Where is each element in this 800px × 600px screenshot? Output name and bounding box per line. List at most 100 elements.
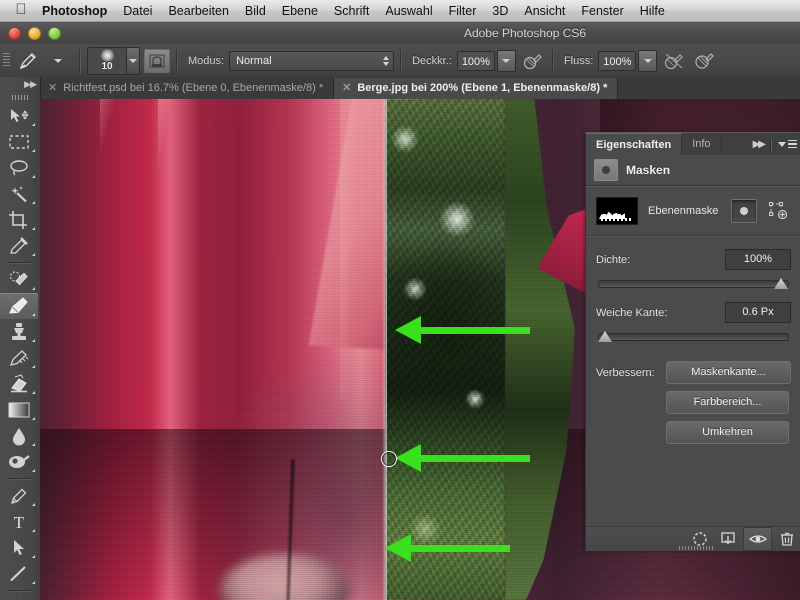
os-menu-photoshop[interactable]: Photoshop — [34, 0, 115, 22]
tool-crop-tool[interactable] — [0, 207, 38, 233]
os-menu-datei[interactable]: Datei — [115, 0, 160, 22]
panel-tab-eigenschaften[interactable]: Eigenschaften — [586, 133, 683, 155]
os-menu-ansicht[interactable]: Ansicht — [516, 0, 573, 22]
tool-lasso-tool[interactable] — [0, 155, 38, 181]
opacity-label: Deckkr.: — [412, 54, 452, 67]
tool-eraser-tool[interactable] — [0, 371, 38, 397]
mask-edge-button[interactable]: Maskenkante... — [666, 361, 791, 384]
tools-panel: ▶▶ T — [0, 77, 41, 600]
document-tab-berge[interactable]: ✕ Berge.jpg bei 200% (Ebene 1, Ebenenmas… — [334, 78, 619, 99]
tool-rectangular-marquee-tool[interactable] — [0, 129, 38, 155]
feather-input[interactable]: 0.6 Px — [725, 302, 791, 323]
mask-row: Ebenenmaske — [586, 187, 800, 235]
os-menu-bild[interactable]: Bild — [237, 0, 274, 22]
tool-spot-healing-brush-tool[interactable] — [0, 267, 38, 293]
mode-label: Modus: — [188, 54, 225, 67]
os-menu-auswahl[interactable]: Auswahl — [377, 0, 440, 22]
tool-horizontal-type-tool[interactable]: T — [0, 509, 38, 535]
options-separator-4 — [551, 48, 554, 73]
panel-menu-icon[interactable] — [778, 139, 797, 149]
toolbar-grip-icon[interactable] — [0, 91, 40, 103]
tools-collapse-button[interactable]: ▶▶ — [0, 77, 40, 91]
os-menu-hilfe[interactable]: Hilfe — [632, 0, 673, 22]
tool-dodge-tool[interactable] — [0, 449, 38, 475]
improve-section: Verbessern: Maskenkante... Farbbereich..… — [586, 355, 800, 444]
tool-flyout-indicator — [32, 365, 35, 368]
tool-flyout-indicator — [32, 201, 35, 204]
tool-flyout-indicator — [32, 339, 35, 342]
airbrush-icon[interactable] — [661, 49, 687, 73]
toolbar-divider-1 — [7, 262, 33, 264]
toggle-mask-visibility-icon[interactable] — [743, 527, 772, 551]
tool-history-brush-tool[interactable] — [0, 345, 38, 371]
improve-label: Verbessern: — [596, 366, 655, 379]
layer-mask-thumbnail[interactable] — [596, 197, 638, 225]
flow-chevron-down-icon[interactable] — [638, 49, 658, 72]
close-tab-icon[interactable]: ✕ — [48, 83, 57, 94]
delete-mask-icon[interactable] — [772, 527, 800, 551]
os-menu-fenster[interactable]: Fenster — [573, 0, 631, 22]
density-label: Dichte: — [596, 253, 631, 266]
invert-button[interactable]: Umkehren — [666, 421, 789, 444]
os-menu-3d[interactable]: 3D — [484, 0, 516, 22]
arrow-shaft — [415, 327, 530, 334]
apply-mask-icon[interactable] — [714, 527, 743, 551]
opacity-chevron-down-icon[interactable] — [496, 49, 516, 72]
tool-brush-tool[interactable] — [0, 293, 38, 319]
density-control: Dichte: 100% — [586, 249, 800, 290]
tool-pen-tool[interactable] — [0, 483, 38, 509]
document-tab-richtfest[interactable]: ✕ Richtfest.psd bei 16.7% (Ebene 0, Eben… — [40, 78, 335, 99]
double-chevron-right-icon[interactable]: ▶▶ — [753, 139, 766, 150]
tablet-pressure-opacity-icon[interactable] — [520, 49, 546, 73]
drag-grip-icon[interactable] — [0, 44, 13, 77]
tool-flyout-indicator — [32, 417, 35, 420]
tool-gradient-tool[interactable] — [0, 397, 38, 423]
tool-eyedropper-tool[interactable] — [0, 233, 38, 259]
tool-flyout-indicator — [32, 581, 35, 584]
panel-tab-label: Info — [692, 138, 711, 150]
svg-text:T: T — [14, 513, 25, 532]
feather-slider[interactable] — [596, 329, 791, 343]
brush-preset-picker-chevron-down-icon[interactable] — [126, 46, 140, 75]
blend-mode-value: Normal — [236, 54, 272, 67]
window-title-bar: Adobe Photoshop CS6 — [0, 22, 800, 45]
tool-path-selection-tool[interactable] — [0, 535, 38, 561]
tool-line-shape-tool[interactable] — [0, 561, 38, 587]
vector-mask-button-icon[interactable] — [767, 200, 791, 222]
panel-resize-grip-icon[interactable] — [678, 546, 713, 550]
panel-separator-2 — [586, 235, 800, 237]
os-menu-bearbeiten[interactable]: Bearbeiten — [160, 0, 236, 22]
os-menu-ebene[interactable]: Ebene — [274, 0, 326, 22]
tool-clone-stamp-tool[interactable] — [0, 319, 38, 345]
brush-size-preview[interactable]: 10 — [87, 46, 127, 75]
app-title: Adobe Photoshop CS6 — [463, 26, 587, 40]
document-tab-bar: ✕ Richtfest.psd bei 16.7% (Ebene 0, Eben… — [40, 77, 800, 100]
tool-hand-tool[interactable] — [0, 595, 38, 600]
os-menu-schrift[interactable]: Schrift — [326, 0, 377, 22]
density-slider[interactable] — [596, 276, 791, 290]
tablet-pressure-size-icon[interactable] — [691, 49, 717, 73]
pixel-mask-button-icon[interactable] — [731, 199, 757, 223]
blend-mode-select[interactable]: Normal — [229, 50, 395, 71]
brush-panel-toggle-icon[interactable] — [144, 48, 170, 73]
mask-name-label: Ebenenmaske — [648, 205, 719, 217]
tool-flyout-indicator — [32, 503, 35, 506]
tool-move-tool[interactable] — [0, 103, 38, 129]
options-bar: 10 Modus: Normal Deckkr.: 100% Fluss: 10… — [0, 44, 800, 78]
apple-icon[interactable]:  — [8, 2, 34, 17]
flow-input[interactable]: 100% — [598, 50, 637, 71]
close-tab-icon[interactable]: ✕ — [342, 83, 351, 94]
panel-tab-info[interactable]: Info — [682, 133, 722, 155]
brush-tool-icon[interactable] — [13, 49, 43, 73]
os-menu-filter[interactable]: Filter — [441, 0, 485, 22]
brush-size-value: 10 — [101, 60, 113, 72]
opacity-input[interactable]: 100% — [456, 50, 495, 71]
tool-preset-chevron-down-icon[interactable] — [43, 49, 73, 73]
color-range-button[interactable]: Farbbereich... — [666, 391, 789, 414]
density-input[interactable]: 100% — [725, 249, 791, 270]
panel-header: Masken — [586, 155, 800, 185]
panel-tab-controls: ▶▶ — [753, 133, 797, 155]
tool-magic-wand-tool[interactable] — [0, 181, 38, 207]
arrow-shaft — [405, 545, 510, 552]
tool-blur-tool[interactable] — [0, 423, 38, 449]
